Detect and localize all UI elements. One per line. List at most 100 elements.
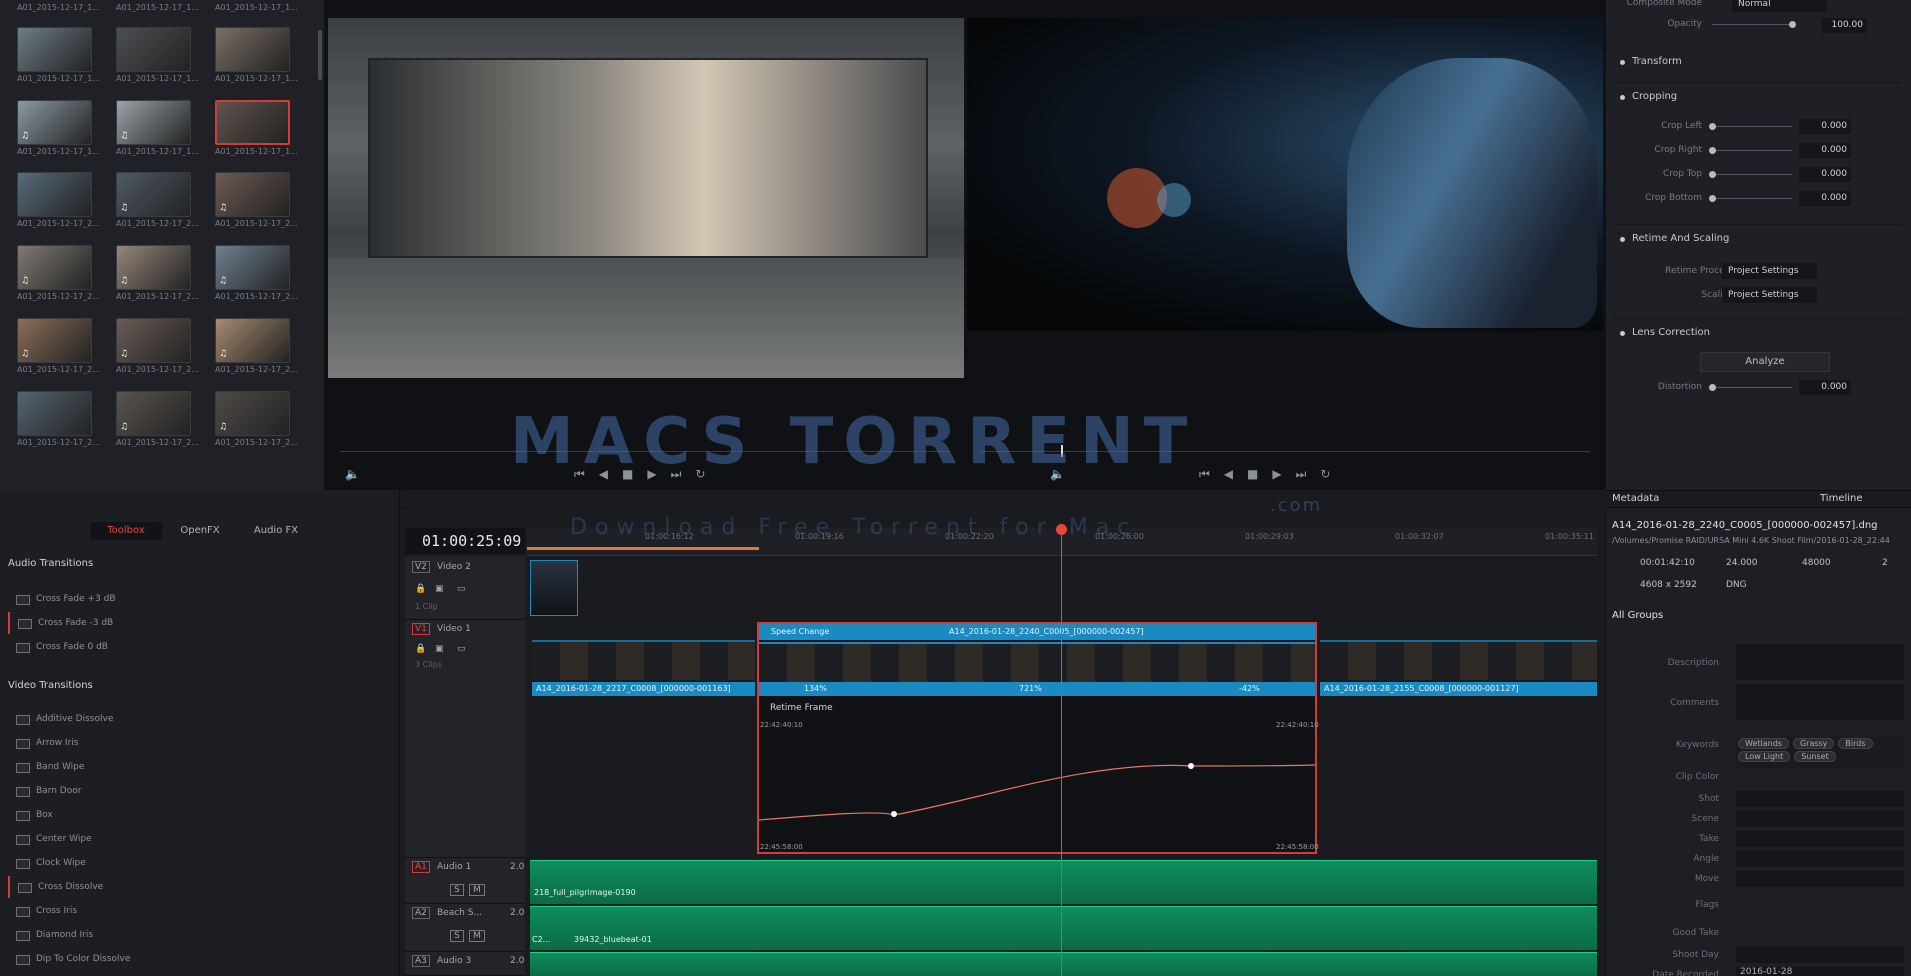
media-clip-thumbnail[interactable] — [215, 100, 290, 145]
media-clip-thumbnail[interactable] — [215, 27, 290, 72]
audio3-clip[interactable] — [530, 952, 1597, 976]
metadata-tab[interactable]: Metadata — [1612, 493, 1659, 504]
clip2-thumbnails[interactable] — [759, 642, 1315, 682]
video-transition-item[interactable]: Diamond Iris — [8, 924, 393, 946]
video-transition-item[interactable]: Dip To Color Dissolve — [8, 948, 393, 970]
opacity-slider-handle[interactable] — [1789, 21, 1796, 28]
jump-start-icon[interactable]: ⏮ — [1199, 467, 1210, 482]
opacity-slider[interactable] — [1712, 24, 1792, 25]
speed-segment-3[interactable]: -42% — [1239, 682, 1260, 696]
playhead-handle[interactable] — [1056, 524, 1067, 535]
media-clip-thumbnail[interactable] — [17, 172, 92, 217]
retime-keyframe[interactable] — [891, 811, 897, 817]
crop-left-value[interactable]: 0.000 — [1799, 119, 1851, 134]
clip1-label[interactable]: A14_2016-01-28_2217_C0008_[000000-001163… — [532, 682, 755, 696]
audio1-clip[interactable] — [530, 860, 1597, 904]
v2-clip[interactable] — [530, 560, 578, 616]
timecode[interactable]: 01:00:25:09 — [422, 532, 521, 550]
metadata-field-input[interactable] — [1736, 644, 1904, 680]
reverse-icon[interactable]: ◀ — [1224, 467, 1233, 481]
tab-openfx[interactable]: OpenFX — [165, 522, 235, 540]
media-clip-thumbnail[interactable]: ♫ — [116, 100, 191, 145]
pool-scrollbar[interactable] — [318, 30, 322, 80]
keyword-tag[interactable]: Low Light — [1738, 751, 1791, 762]
metadata-field-input[interactable] — [1736, 791, 1904, 807]
media-clip-thumbnail[interactable] — [116, 27, 191, 72]
loop-icon[interactable]: ↻ — [695, 467, 705, 481]
video-transition-item[interactable]: Box — [8, 804, 393, 826]
media-clip-thumbnail[interactable]: ♫ — [116, 318, 191, 363]
metadata-field-input[interactable] — [1736, 831, 1904, 847]
keyword-tag[interactable]: Grassy — [1792, 738, 1835, 749]
retime-process-dropdown[interactable]: Project Settings — [1722, 263, 1817, 279]
metadata-field-input[interactable] — [1736, 851, 1904, 867]
media-clip-thumbnail[interactable]: ♫ — [17, 245, 92, 290]
a3-id[interactable]: A3 — [412, 955, 430, 967]
lock-icon[interactable]: 🔒 — [415, 584, 426, 594]
metadata-field-input[interactable] — [1736, 684, 1904, 720]
keyword-tag[interactable]: Sunset — [1794, 751, 1836, 762]
viewer-playhead[interactable] — [1061, 445, 1063, 457]
a1-id[interactable]: A1 — [412, 861, 430, 873]
analyze-button[interactable]: Analyze — [1700, 352, 1830, 372]
monitor-icon[interactable]: ▣ — [435, 584, 444, 594]
solo-button[interactable]: S — [450, 930, 464, 942]
loop-icon[interactable]: ↻ — [1320, 467, 1330, 481]
play-icon[interactable]: ▶ — [647, 467, 656, 481]
audio-transition-item[interactable]: Cross Fade 0 dB — [8, 636, 393, 658]
speed-segment-2[interactable]: 721% — [1019, 682, 1042, 696]
crop-left-handle[interactable] — [1709, 123, 1716, 130]
jump-end-icon[interactable]: ⏭ — [1296, 467, 1307, 482]
keyword-tag[interactable]: Wetlands — [1738, 738, 1789, 749]
timeline-viewer[interactable] — [967, 18, 1603, 331]
monitor-icon[interactable]: ▣ — [435, 644, 444, 654]
timeline-scrubber[interactable] — [980, 451, 1590, 452]
timeline-tab[interactable]: Timeline — [1820, 493, 1863, 504]
media-clip-thumbnail[interactable]: ♫ — [116, 172, 191, 217]
metadata-field-input[interactable]: Wetlands Grassy Birds Low Light Sunset — [1736, 737, 1904, 769]
clip3-thumbnails[interactable] — [1320, 640, 1597, 680]
crop-right-slider[interactable] — [1712, 150, 1792, 151]
metadata-field-input[interactable] — [1736, 947, 1904, 963]
v2-id[interactable]: V2 — [412, 561, 430, 573]
audio2-clip[interactable] — [530, 906, 1597, 950]
media-clip-thumbnail[interactable]: ♫ — [215, 172, 290, 217]
video-transition-item[interactable]: Center Wipe — [8, 828, 393, 850]
video-transition-item[interactable]: Barn Door — [8, 780, 393, 802]
audio-transition-item[interactable]: Cross Fade +3 dB — [8, 588, 393, 610]
crop-right-handle[interactable] — [1709, 147, 1716, 154]
keyword-tag[interactable]: Birds — [1838, 738, 1873, 749]
video-transition-item[interactable]: Arrow Iris — [8, 732, 393, 754]
retime-section[interactable]: Retime And Scaling — [1612, 224, 1902, 252]
distortion-slider[interactable] — [1712, 387, 1792, 388]
transform-section[interactable]: Transform — [1612, 48, 1902, 76]
media-clip-thumbnail[interactable]: ♫ — [215, 318, 290, 363]
source-viewer[interactable] — [328, 18, 964, 378]
jump-start-icon[interactable]: ⏮ — [574, 467, 585, 482]
crop-bottom-value[interactable]: 0.000 — [1799, 191, 1851, 206]
reverse-icon[interactable]: ◀ — [599, 467, 608, 481]
video-transition-item[interactable]: Cross Dissolve — [8, 876, 393, 898]
media-clip-thumbnail[interactable]: ♫ — [215, 391, 290, 436]
metadata-field-input[interactable] — [1736, 811, 1904, 827]
crop-top-handle[interactable] — [1709, 171, 1716, 178]
retime-frame-label[interactable]: Retime Frame — [770, 703, 833, 713]
media-clip-thumbnail[interactable] — [17, 27, 92, 72]
cropping-section[interactable]: Cropping — [1612, 82, 1902, 110]
play-icon[interactable]: ▶ — [1272, 467, 1281, 481]
video-transition-item[interactable]: Cross Iris — [8, 900, 393, 922]
metadata-field-input[interactable] — [1736, 871, 1904, 887]
stop-icon[interactable]: ■ — [1247, 467, 1258, 481]
media-clip-thumbnail[interactable]: ♫ — [215, 245, 290, 290]
crop-top-slider[interactable] — [1712, 174, 1792, 175]
jump-end-icon[interactable]: ⏭ — [671, 467, 682, 482]
a2-id[interactable]: A2 — [412, 907, 430, 919]
composite-mode-dropdown[interactable]: Normal — [1732, 0, 1827, 12]
distortion-handle[interactable] — [1709, 384, 1716, 391]
clip1-thumbnails[interactable] — [532, 640, 755, 680]
source-scrubber[interactable] — [340, 451, 950, 452]
opacity-value[interactable]: 100.00 — [1822, 18, 1867, 33]
all-groups-heading[interactable]: All Groups — [1612, 610, 1663, 621]
mute-button[interactable]: M — [469, 930, 485, 942]
tab-audio-fx[interactable]: Audio FX — [240, 522, 312, 540]
